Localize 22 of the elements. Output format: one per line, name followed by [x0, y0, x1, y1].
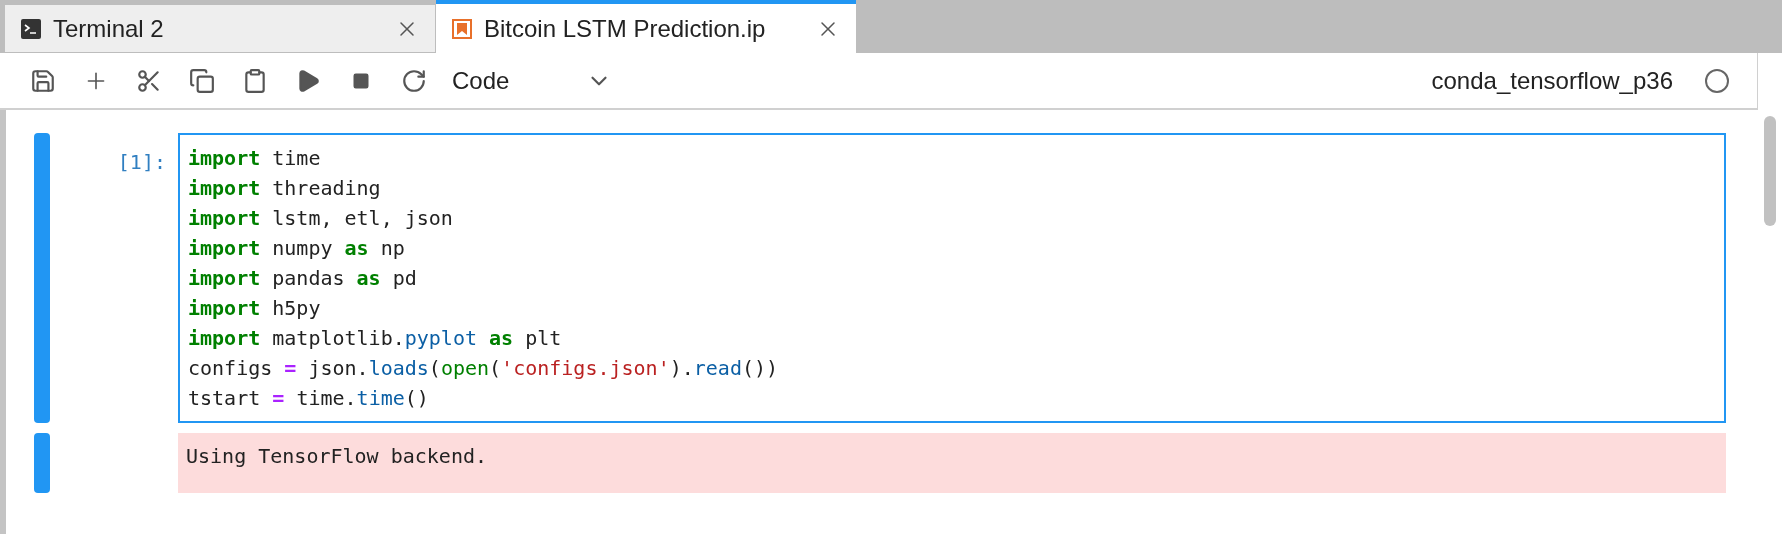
code-line: import threading [188, 175, 381, 202]
tab[interactable]: Bitcoin LSTM Prediction.ip [436, 0, 856, 53]
tab-label: Terminal 2 [53, 13, 165, 44]
tab-label: Bitcoin LSTM Prediction.ip [484, 13, 767, 44]
code-editor[interactable] [178, 133, 1726, 423]
output-area: Using TensorFlow backend. [178, 433, 1726, 493]
code-line: import time [188, 145, 321, 172]
output-bar [34, 433, 50, 493]
code-line: import matplotlib.pyplot as plt [188, 325, 562, 352]
cell-prompt: [1]: [116, 149, 167, 176]
code-line: import pandas as pd [188, 265, 417, 292]
tab[interactable]: Terminal 2 [4, 4, 436, 53]
code-line: import lstm, etl, json [188, 205, 453, 232]
cell-type-dropdown[interactable]: Code [452, 62, 612, 99]
notebook-icon [452, 18, 472, 39]
terminal-icon [21, 18, 41, 39]
scrollbar-thumb[interactable] [1764, 116, 1776, 226]
code-line: import numpy as np [188, 235, 405, 262]
code-line: tstart = time.time() [188, 385, 429, 412]
code-line: import h5py [188, 295, 321, 322]
kernel-name[interactable]: conda_tensorflow_p36 [1431, 62, 1673, 99]
code-line: configs = json.loads(open('configs.json').read()) [188, 355, 779, 382]
